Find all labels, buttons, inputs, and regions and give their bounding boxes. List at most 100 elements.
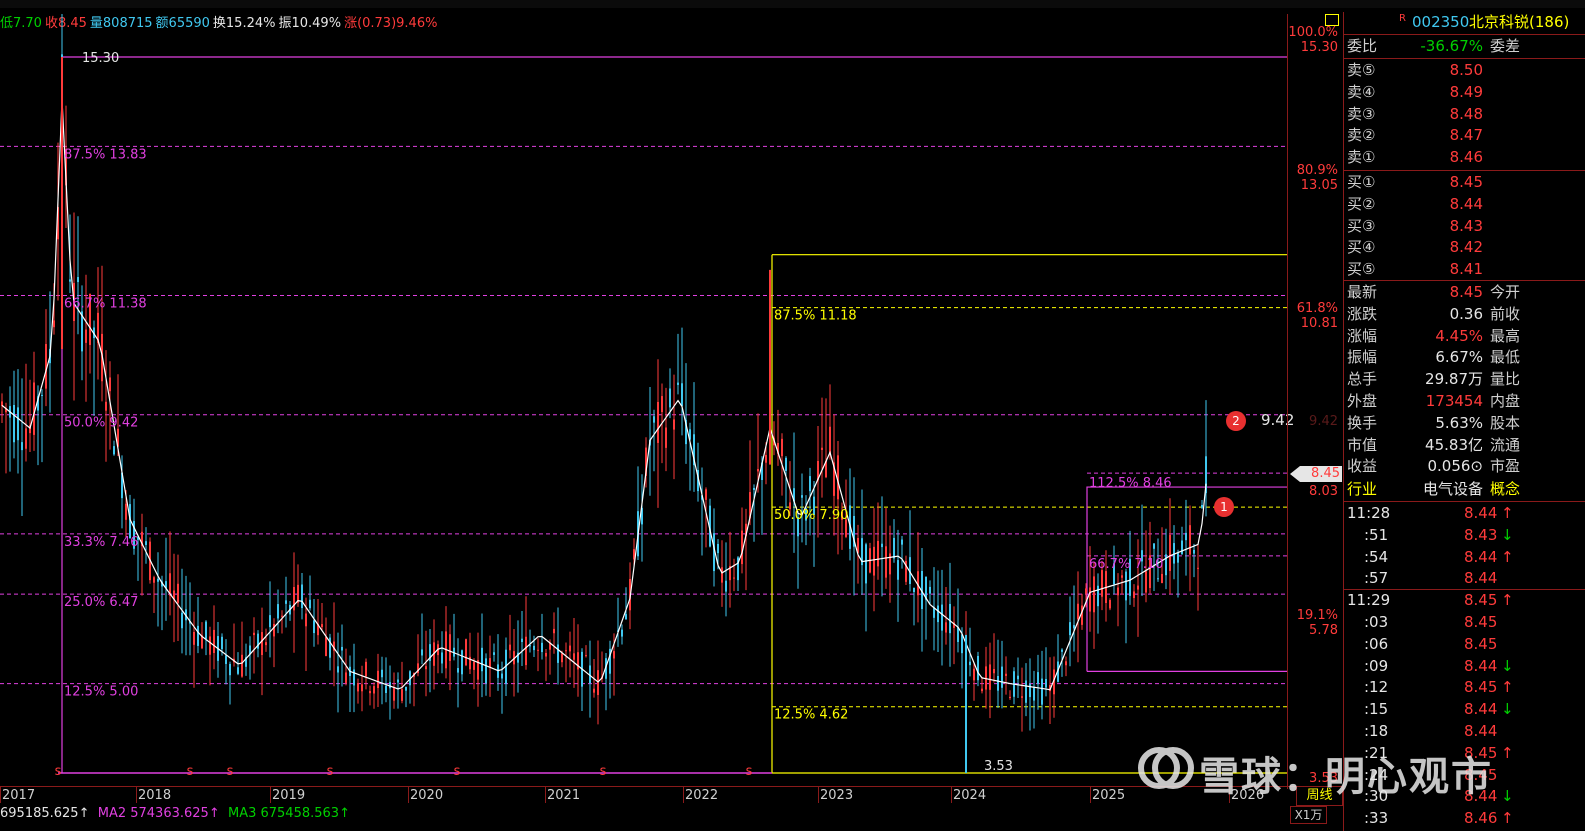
bid-label: 买① [1347,173,1376,191]
candle-body [353,669,355,686]
candle-body [717,543,719,554]
tick-time: :03 [1364,613,1389,631]
candle-body [365,661,367,677]
candle-body [373,686,375,694]
candle-body [25,428,27,449]
low-label: 3.53 [984,759,1013,774]
year-tick [951,787,952,803]
stat-row: 市值 45.83亿 流通 [1344,435,1585,456]
candle-body [225,655,227,664]
price-axis-pct: 80.9% [1296,163,1338,178]
year-label: 2018 [138,788,172,803]
candle-body [677,382,679,385]
candle-body [253,632,255,636]
candle-body [1185,532,1187,541]
concept-label: 概念 [1490,480,1521,498]
candle-body [1025,680,1027,703]
ma1-value: 695185.625↑ [0,806,90,821]
candle-body [881,543,883,548]
marker-2[interactable]: 2 [1226,411,1246,431]
stat-row: 换手 5.63% 股本 [1344,413,1585,434]
candle-body [705,489,707,500]
candle-body [1041,678,1043,705]
r-mark: R [1399,13,1406,24]
year-label: 2017 [2,788,36,803]
stat-value: 0.056⊙ [1427,457,1483,476]
candle-body [989,664,991,690]
candle-body [1037,672,1039,684]
candle-body [181,612,183,629]
ma3-value: MA3 675458.563↑ [227,806,350,821]
candle-body [377,670,379,689]
tick-arrow: ↑ [1501,809,1514,828]
stat-label-2: 前收 [1490,304,1521,323]
fib-label-magenta: 12.5% 5.00 [64,685,138,700]
candle-body [757,469,759,472]
candle-body [949,603,951,634]
tick-price: 8.45 [1464,613,1498,631]
candle-body [277,604,279,619]
candle-body [261,632,263,656]
tick-arrow: ↑ [1501,504,1514,522]
candle-body [1101,570,1103,597]
candle-body [205,621,207,639]
fib-label-magenta: 50.0% 9.42 [64,416,138,431]
ma-line [1,99,1207,691]
tick-price: 8.46 [1464,809,1498,828]
candle-body [961,634,963,654]
candle-body [105,401,107,411]
year-tick [1090,787,1091,803]
candle-body [337,666,339,673]
tick-arrow: ↓ [1501,656,1514,675]
candle-body [1093,576,1095,613]
marker-1[interactable]: 1 [1214,497,1234,517]
candle-body [197,625,199,646]
ask-label: 卖② [1347,126,1376,145]
candle-body [865,544,867,584]
stat-value: 45.83亿 [1425,435,1483,454]
panel-divider [1344,280,1585,281]
year-tick [0,787,1,803]
candle-body [41,394,43,396]
panel-divider [1344,34,1585,35]
candle-body [765,455,767,463]
candle-body [265,642,267,646]
candle-body [309,599,311,609]
candle-body [1009,696,1011,699]
candle-body [177,583,179,603]
year-tick [270,787,271,803]
year-label: 2019 [272,788,306,803]
candle-body [321,624,323,628]
candle-body [345,672,347,683]
tick-row: 11:29 8.45 ↑ [1344,590,1585,611]
ask-price: 8.47 [1449,126,1483,145]
candle-body [937,605,939,623]
candle-body [1189,525,1191,555]
stat-row: 收益 0.056⊙ 市盈 [1344,456,1585,477]
fib-label-recent: 112.5% 8.46 [1089,476,1172,491]
bid-label: 买⑤ [1347,260,1376,279]
ask-row: 卖④ 8.49 [1344,82,1585,103]
candle-body [405,686,407,691]
candle-body [457,668,459,673]
candle-body [913,587,915,593]
tick-row: :15 8.44 ↓ [1344,699,1585,720]
bid-price: 8.41 [1449,260,1483,279]
candle-body [669,388,671,408]
stat-label-2: 流通 [1490,435,1521,454]
candle-body [1157,578,1159,580]
candle-body [829,426,831,455]
stat-label-2: 最低 [1490,348,1521,367]
candle-body [533,645,535,651]
candle-body [573,653,575,660]
candle-body [553,628,555,634]
kline-chart[interactable]: 15.30 87.5% 13.83 66.7% 11.38 50.0% 9.42 33.… [0,14,1294,789]
candle-body [1089,587,1091,612]
current-price-tag: 8.45 [1290,466,1342,482]
candle-body [901,539,903,545]
bid-row: 买④ 8.42 [1344,237,1585,258]
ask-row: 卖① 8.46 [1344,147,1585,168]
candle-body [665,427,667,448]
stat-label-2: 量比 [1490,370,1521,389]
candle-body [473,661,475,670]
